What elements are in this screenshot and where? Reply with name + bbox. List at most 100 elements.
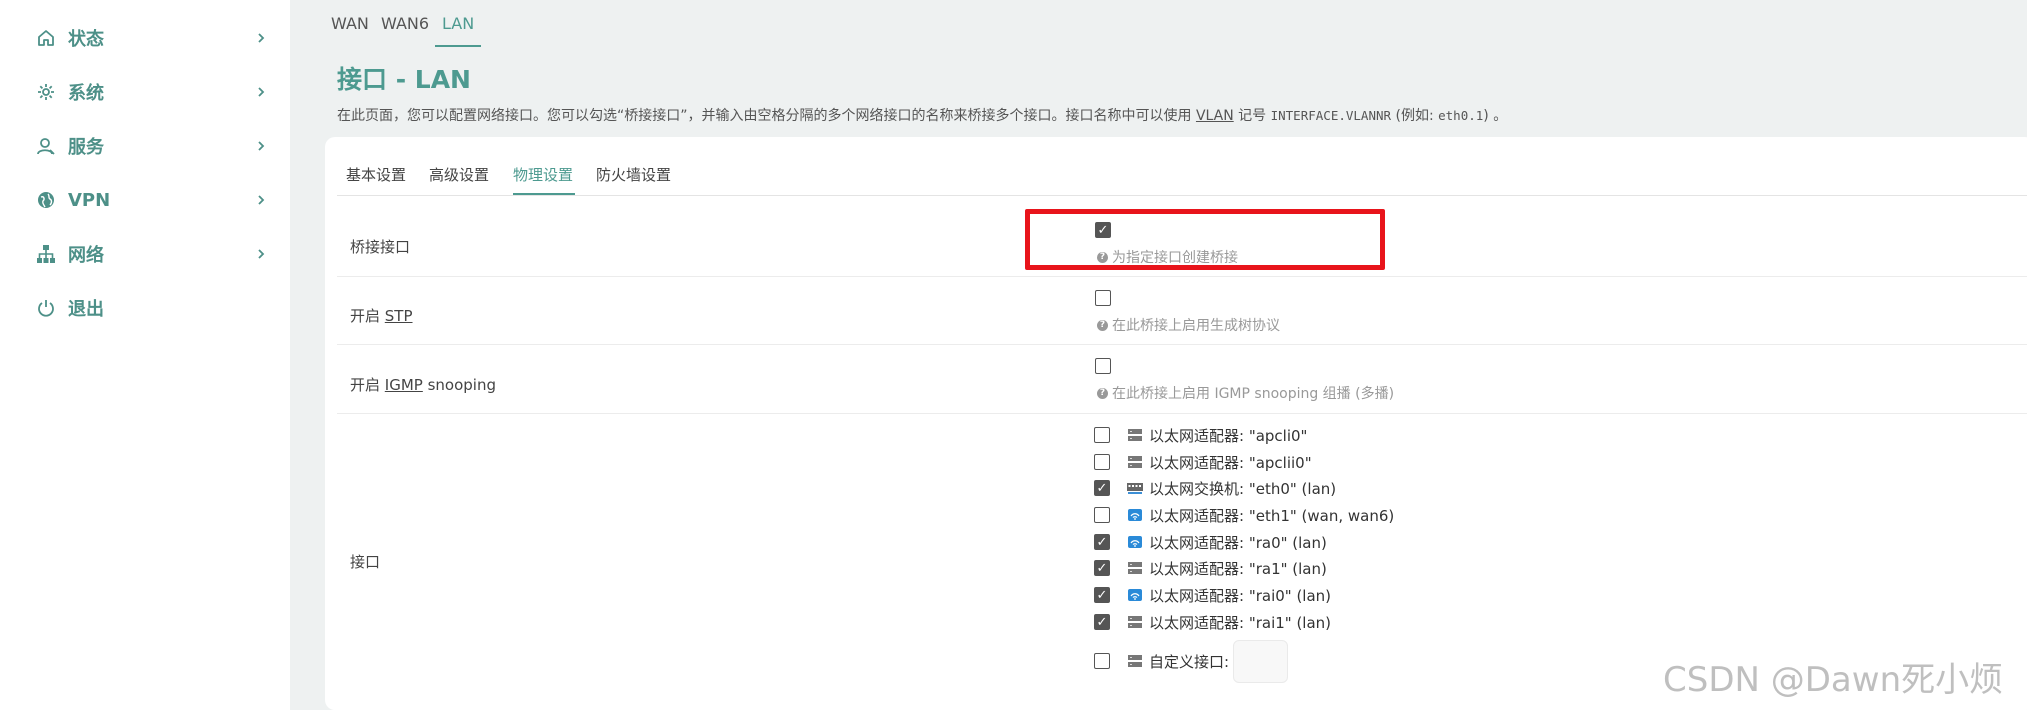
vlan-abbr: VLAN xyxy=(1195,108,1234,124)
help-icon: ? xyxy=(1097,251,1108,263)
help-icon: ? xyxy=(1097,319,1108,331)
interface-label: 以太网适配器: "apclii0" xyxy=(1149,454,1312,472)
tab-firewall-settings[interactable]: 防火墙设置 xyxy=(596,164,671,185)
label-suffix: snooping xyxy=(422,376,496,394)
interface-checkbox[interactable] xyxy=(1094,454,1110,470)
desc-text: (例如: xyxy=(1391,108,1439,124)
switch-icon xyxy=(1127,483,1143,494)
sidebar: 状态 系统 服务 VPN 网络 退出 xyxy=(0,0,290,710)
divider xyxy=(337,344,2027,345)
watermark: CSDN @Dawn死小烦 xyxy=(1663,660,2004,700)
igmp-snooping-checkbox[interactable] xyxy=(1095,358,1111,374)
tab-basic-settings[interactable]: 基本设置 xyxy=(346,164,406,185)
tab-lan[interactable]: LAN xyxy=(442,14,474,44)
interface-checkbox[interactable]: ✓ xyxy=(1094,480,1110,496)
ethernet-icon xyxy=(1128,616,1142,628)
tab-wan6[interactable]: WAN6 xyxy=(381,14,429,44)
interface-label: 以太网适配器: "ra1" (lan) xyxy=(1149,560,1327,578)
wifi-adapter-icon xyxy=(1128,589,1142,601)
network-icon xyxy=(35,243,57,265)
igmp-abbr: IGMP xyxy=(384,376,423,394)
sidebar-item-logout[interactable]: 退出 xyxy=(0,288,290,328)
sidebar-item-vpn[interactable]: VPN xyxy=(0,180,290,220)
interface-checkbox[interactable]: ✓ xyxy=(1094,560,1110,576)
igmp-label: 开启 IGMP snooping xyxy=(350,374,496,395)
check-icon: ✓ xyxy=(1096,560,1108,576)
interface-checkbox[interactable] xyxy=(1094,507,1110,523)
label-prefix: 开启 xyxy=(350,307,385,325)
chevron-right-icon xyxy=(254,139,268,153)
igmp-hint: ? 在此桥接上启用 IGMP snooping 组播 (多播) xyxy=(1097,383,1394,403)
custom-interface-checkbox[interactable] xyxy=(1094,653,1110,669)
sidebar-item-label: 服务 xyxy=(68,137,104,158)
check-icon: ✓ xyxy=(1096,480,1108,496)
hint-text: 在此桥接上启用 IGMP snooping 组播 (多播) xyxy=(1112,386,1395,402)
power-icon xyxy=(35,297,57,319)
interface-label: 以太网适配器: "eth1" (wan, wan6) xyxy=(1149,507,1395,525)
page-description: 在此页面，您可以配置网络接口。您可以勾选“桥接接口”，并输入由空格分隔的多个网络… xyxy=(337,105,1507,125)
stp-abbr: STP xyxy=(384,307,413,325)
chevron-right-icon xyxy=(254,85,268,99)
desc-code: eth0.1 xyxy=(1438,108,1484,123)
sidebar-item-label: 系统 xyxy=(68,83,104,104)
label-prefix: 开启 xyxy=(350,376,385,394)
sidebar-item-services[interactable]: 服务 xyxy=(0,126,290,166)
desc-code: INTERFACE.VLANNR xyxy=(1270,108,1392,123)
sidebar-item-network[interactable]: 网络 xyxy=(0,234,290,274)
wifi-adapter-icon xyxy=(1128,536,1142,548)
check-icon: ✓ xyxy=(1096,614,1108,630)
ethernet-icon xyxy=(1128,655,1142,667)
interfaces-label: 接口 xyxy=(350,553,381,571)
sidebar-item-label: VPN xyxy=(68,189,111,211)
divider xyxy=(337,195,2027,196)
sidebar-item-status[interactable]: 状态 xyxy=(0,18,290,58)
chevron-right-icon xyxy=(254,31,268,45)
interface-checkbox[interactable] xyxy=(1094,427,1110,443)
bridge-hint: ? 为指定接口创建桥接 xyxy=(1097,247,1238,267)
divider xyxy=(337,413,2027,414)
stp-checkbox[interactable] xyxy=(1095,290,1111,306)
check-icon: ✓ xyxy=(1096,534,1108,550)
custom-interface-label: 自定义接口: xyxy=(1149,653,1230,671)
sidebar-item-label: 状态 xyxy=(68,29,104,50)
interface-label: 以太网适配器: "rai0" (lan) xyxy=(1149,587,1332,605)
interface-label: 以太网适配器: "rai1" (lan) xyxy=(1149,614,1332,632)
page-title: 接口 - LAN xyxy=(337,65,471,94)
ethernet-icon xyxy=(1128,429,1142,441)
globe-icon xyxy=(35,189,57,211)
wifi-adapter-icon xyxy=(1128,509,1142,521)
divider xyxy=(337,276,2027,277)
desc-text: ) 。 xyxy=(1483,108,1508,124)
desc-text: 在此页面，您可以配置网络接口。您可以勾选“桥接接口”，并输入由空格分隔的多个网络… xyxy=(337,108,1196,124)
interface-label: 以太网适配器: "apcli0" xyxy=(1149,427,1308,445)
bridge-label: 桥接接口 xyxy=(350,238,411,256)
ethernet-icon xyxy=(1128,562,1142,574)
active-tab-indicator xyxy=(435,45,481,47)
sidebar-item-label: 网络 xyxy=(68,245,104,266)
user-icon xyxy=(35,135,57,157)
hint-text: 为指定接口创建桥接 xyxy=(1112,250,1238,266)
interface-label: 以太网适配器: "ra0" (lan) xyxy=(1149,534,1327,552)
desc-text: 记号 xyxy=(1233,108,1271,124)
stp-hint: ? 在此桥接上启用生成树协议 xyxy=(1097,315,1280,335)
chevron-right-icon xyxy=(254,247,268,261)
tab-physical-settings[interactable]: 物理设置 xyxy=(513,164,573,185)
help-icon: ? xyxy=(1097,387,1108,399)
interface-label: 以太网交换机: "eth0" (lan) xyxy=(1149,480,1337,498)
interface-checkbox[interactable]: ✓ xyxy=(1094,534,1110,550)
tab-advanced-settings[interactable]: 高级设置 xyxy=(429,164,489,185)
sidebar-item-system[interactable]: 系统 xyxy=(0,72,290,112)
interface-checkbox[interactable]: ✓ xyxy=(1094,614,1110,630)
stp-label: 开启 STP xyxy=(350,305,413,326)
gear-icon xyxy=(35,81,57,103)
custom-interface-input[interactable] xyxy=(1233,640,1288,683)
check-icon: ✓ xyxy=(1096,587,1108,603)
check-icon: ✓ xyxy=(1097,222,1109,238)
bridge-checkbox[interactable]: ✓ xyxy=(1095,222,1111,238)
sidebar-item-label: 退出 xyxy=(68,299,104,320)
chevron-right-icon xyxy=(254,193,268,207)
home-icon xyxy=(35,27,57,49)
hint-text: 在此桥接上启用生成树协议 xyxy=(1112,318,1280,334)
tab-wan[interactable]: WAN xyxy=(331,14,369,44)
interface-checkbox[interactable]: ✓ xyxy=(1094,587,1110,603)
